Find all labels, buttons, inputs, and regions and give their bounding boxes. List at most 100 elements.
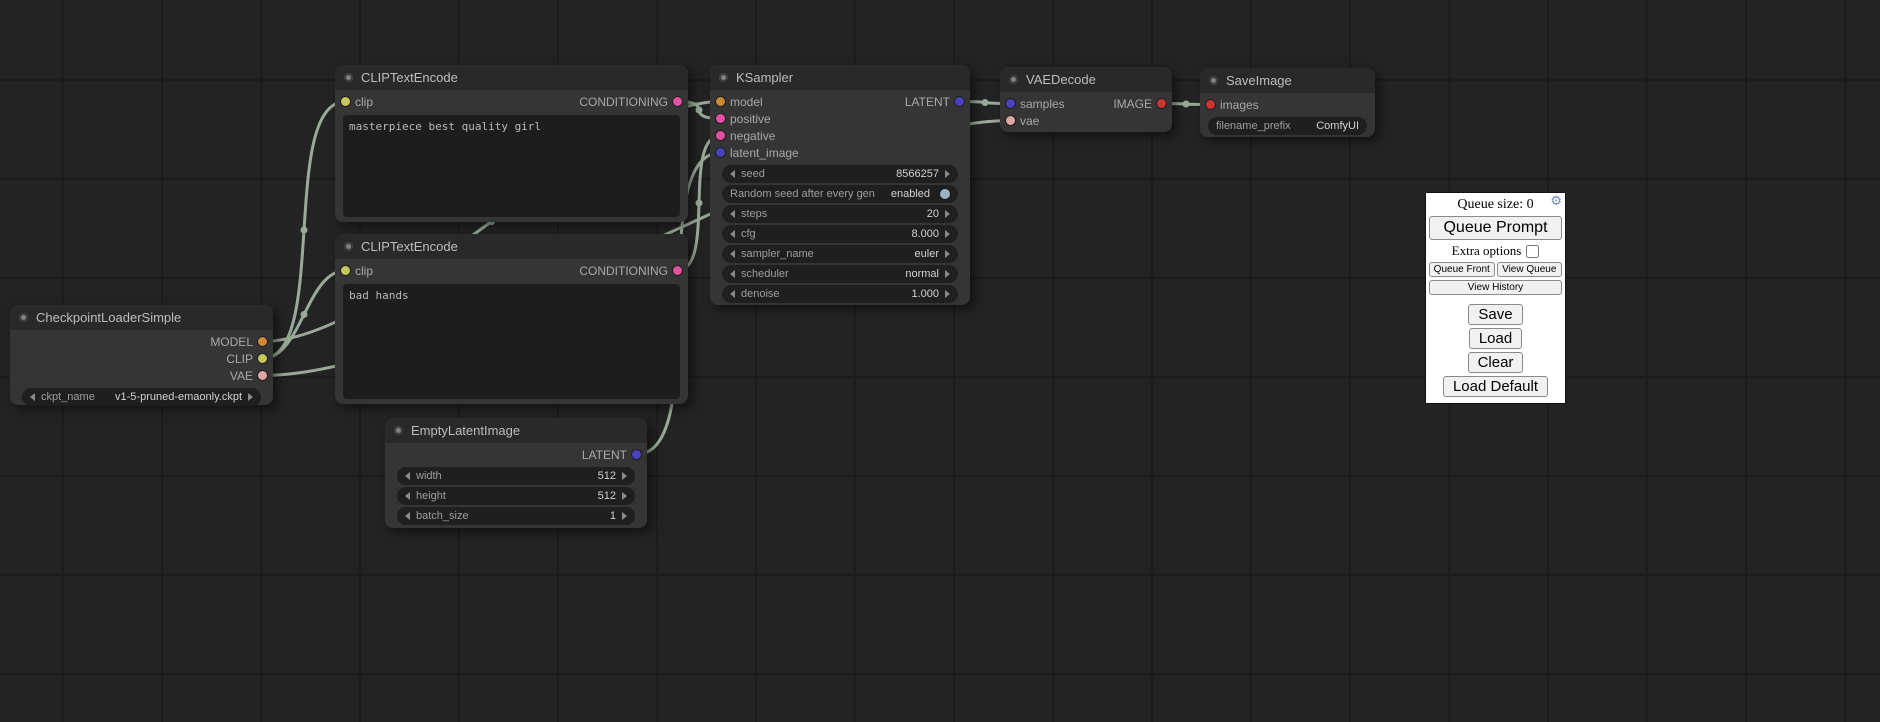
arrow-right-icon[interactable] xyxy=(945,210,950,218)
node-empty-latent-image[interactable]: EmptyLatentImage LATENT width 512 height… xyxy=(385,418,647,528)
widget-filename-prefix[interactable]: filename_prefix ComfyUI xyxy=(1208,117,1367,135)
collapse-dot-icon[interactable] xyxy=(19,313,28,322)
widget-batch-size[interactable]: batch_size 1 xyxy=(397,507,635,525)
load-button[interactable]: Load xyxy=(1469,328,1522,349)
arrow-left-icon[interactable] xyxy=(730,270,735,278)
arrow-right-icon[interactable] xyxy=(945,290,950,298)
latent-port-icon[interactable] xyxy=(955,97,964,106)
node-title-bar[interactable]: VAEDecode xyxy=(1000,67,1172,92)
widget-scheduler[interactable]: scheduler normal xyxy=(722,265,958,283)
collapse-dot-icon[interactable] xyxy=(1009,75,1018,84)
arrow-right-icon[interactable] xyxy=(945,250,950,258)
input-slot-positive[interactable]: positive xyxy=(716,112,771,126)
output-slot-clip[interactable]: CLIP xyxy=(226,352,267,366)
view-history-button[interactable]: View History xyxy=(1429,280,1562,295)
save-button[interactable]: Save xyxy=(1468,304,1522,325)
collapse-dot-icon[interactable] xyxy=(344,73,353,82)
collapse-dot-icon[interactable] xyxy=(1209,76,1218,85)
arrow-left-icon[interactable] xyxy=(730,290,735,298)
collapse-dot-icon[interactable] xyxy=(344,242,353,251)
load-default-button[interactable]: Load Default xyxy=(1443,376,1548,397)
node-title-bar[interactable]: CLIPTextEncode xyxy=(335,65,688,90)
output-slot-latent[interactable]: LATENT xyxy=(582,448,641,462)
clip-port-icon[interactable] xyxy=(341,266,350,275)
vae-port-icon[interactable] xyxy=(258,371,267,380)
arrow-left-icon[interactable] xyxy=(30,393,35,401)
image-port-icon[interactable] xyxy=(1206,100,1215,109)
clear-button[interactable]: Clear xyxy=(1468,352,1524,373)
arrow-right-icon[interactable] xyxy=(622,492,627,500)
widget-sampler-name[interactable]: sampler_name euler xyxy=(722,245,958,263)
clip-port-icon[interactable] xyxy=(341,97,350,106)
view-queue-button[interactable]: View Queue xyxy=(1497,262,1563,277)
arrow-left-icon[interactable] xyxy=(405,472,410,480)
node-title-bar[interactable]: EmptyLatentImage xyxy=(385,418,647,443)
extra-options-checkbox[interactable] xyxy=(1526,245,1539,258)
model-port-icon[interactable] xyxy=(716,97,725,106)
arrow-left-icon[interactable] xyxy=(405,512,410,520)
prompt-textarea[interactable]: masterpiece best quality girl xyxy=(343,115,680,217)
queue-front-button[interactable]: Queue Front xyxy=(1429,262,1495,277)
queue-prompt-button[interactable]: Queue Prompt xyxy=(1429,216,1562,240)
arrow-right-icon[interactable] xyxy=(622,512,627,520)
output-slot-image[interactable]: IMAGE xyxy=(1113,97,1166,111)
toggle-knob-icon[interactable] xyxy=(940,189,950,199)
input-slot-negative[interactable]: negative xyxy=(716,129,775,143)
arrow-right-icon[interactable] xyxy=(945,230,950,238)
node-title-bar[interactable]: SaveImage xyxy=(1200,68,1375,93)
widget-width[interactable]: width 512 xyxy=(397,467,635,485)
arrow-right-icon[interactable] xyxy=(622,472,627,480)
arrow-left-icon[interactable] xyxy=(730,210,735,218)
widget-height[interactable]: height 512 xyxy=(397,487,635,505)
vae-port-icon[interactable] xyxy=(1006,116,1015,125)
arrow-left-icon[interactable] xyxy=(405,492,410,500)
conditioning-port-icon[interactable] xyxy=(673,97,682,106)
widget-cfg[interactable]: cfg 8.000 xyxy=(722,225,958,243)
node-clip-text-encode-negative[interactable]: CLIPTextEncode clip CONDITIONING bad han… xyxy=(335,234,688,404)
output-slot-vae[interactable]: VAE xyxy=(230,369,267,383)
input-slot-vae[interactable]: vae xyxy=(1006,114,1039,128)
latent-port-icon[interactable] xyxy=(716,148,725,157)
widget-steps[interactable]: steps 20 xyxy=(722,205,958,223)
widget-ckpt-name[interactable]: ckpt_name v1-5-pruned-emaonly.ckpt xyxy=(22,388,261,406)
latent-port-icon[interactable] xyxy=(1006,99,1015,108)
input-slot-latent-image[interactable]: latent_image xyxy=(716,146,799,160)
collapse-dot-icon[interactable] xyxy=(394,426,403,435)
image-port-icon[interactable] xyxy=(1157,99,1166,108)
collapse-dot-icon[interactable] xyxy=(719,73,728,82)
output-slot-conditioning[interactable]: CONDITIONING xyxy=(579,264,682,278)
latent-port-icon[interactable] xyxy=(632,450,641,459)
input-slot-images[interactable]: images xyxy=(1206,98,1259,112)
arrow-left-icon[interactable] xyxy=(730,250,735,258)
clip-port-icon[interactable] xyxy=(258,354,267,363)
output-slot-conditioning[interactable]: CONDITIONING xyxy=(579,95,682,109)
node-title-bar[interactable]: CheckpointLoaderSimple xyxy=(10,305,273,330)
conditioning-port-icon[interactable] xyxy=(716,131,725,140)
arrow-left-icon[interactable] xyxy=(730,230,735,238)
input-slot-clip[interactable]: clip xyxy=(341,95,373,109)
widget-seed[interactable]: seed 8566257 xyxy=(722,165,958,183)
arrow-right-icon[interactable] xyxy=(248,393,253,401)
conditioning-port-icon[interactable] xyxy=(673,266,682,275)
input-slot-samples[interactable]: samples xyxy=(1006,97,1065,111)
arrow-right-icon[interactable] xyxy=(945,170,950,178)
output-slot-model[interactable]: MODEL xyxy=(210,335,267,349)
node-title-bar[interactable]: KSampler xyxy=(710,65,970,90)
input-slot-model[interactable]: model xyxy=(716,95,763,109)
arrow-right-icon[interactable] xyxy=(945,270,950,278)
node-clip-text-encode-positive[interactable]: CLIPTextEncode clip CONDITIONING masterp… xyxy=(335,65,688,222)
input-slot-clip[interactable]: clip xyxy=(341,264,373,278)
node-title-bar[interactable]: CLIPTextEncode xyxy=(335,234,688,259)
settings-gear-icon[interactable]: ⚙ xyxy=(1550,195,1562,208)
arrow-left-icon[interactable] xyxy=(730,170,735,178)
widget-denoise[interactable]: denoise 1.000 xyxy=(722,285,958,303)
node-save-image[interactable]: SaveImage images filename_prefix ComfyUI xyxy=(1200,68,1375,137)
widget-random-seed-toggle[interactable]: Random seed after every gen enabled xyxy=(722,185,958,203)
conditioning-port-icon[interactable] xyxy=(716,114,725,123)
node-ksampler[interactable]: KSampler model LATENT positive negative xyxy=(710,65,970,305)
node-checkpoint-loader[interactable]: CheckpointLoaderSimple MODEL CLIP VAE ck… xyxy=(10,305,273,405)
prompt-textarea[interactable]: bad hands xyxy=(343,284,680,399)
node-vae-decode[interactable]: VAEDecode samples IMAGE vae xyxy=(1000,67,1172,132)
output-slot-latent[interactable]: LATENT xyxy=(905,95,964,109)
model-port-icon[interactable] xyxy=(258,337,267,346)
